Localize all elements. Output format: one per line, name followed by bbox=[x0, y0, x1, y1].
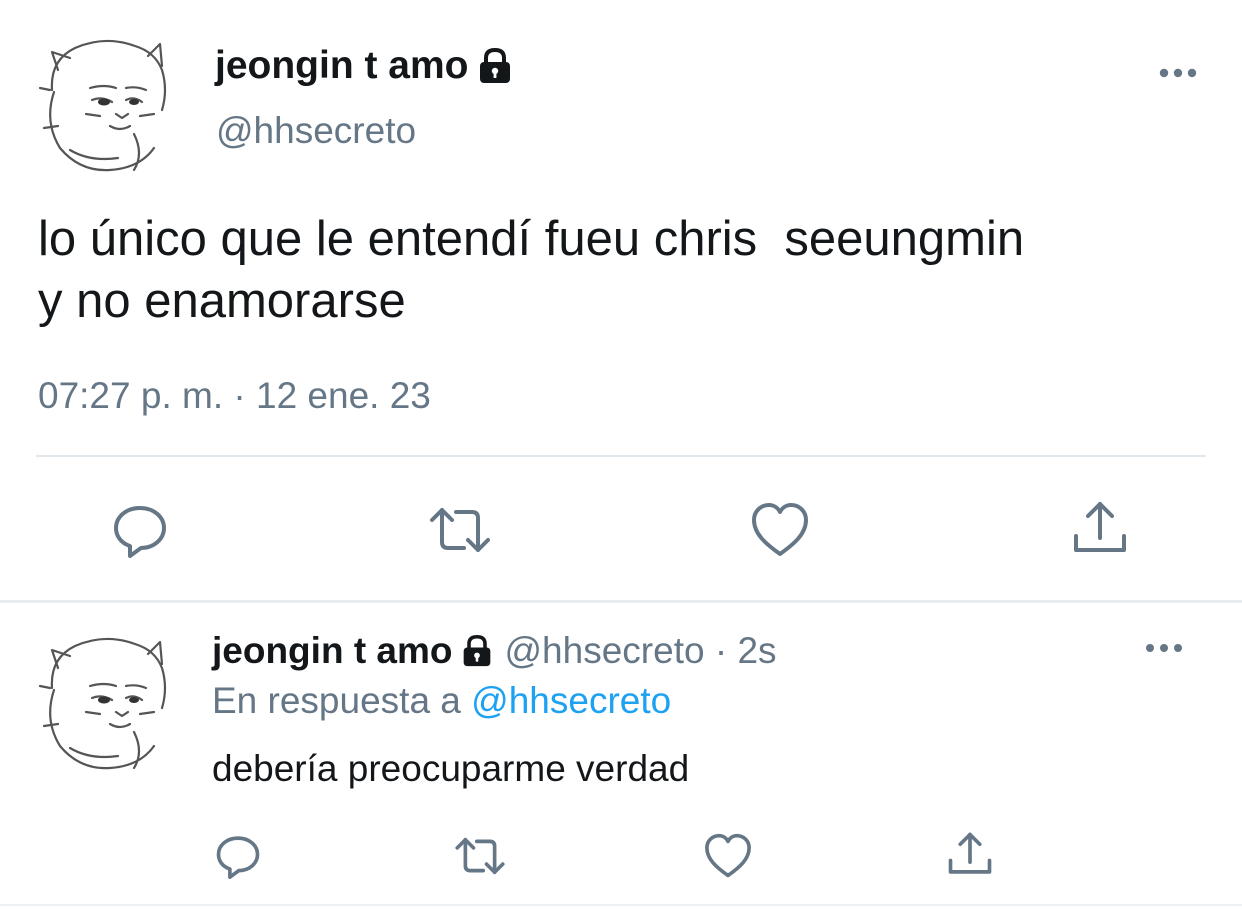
display-name: jeongin t amo bbox=[212, 630, 453, 671]
author-handle: @hhsecreto bbox=[504, 630, 705, 671]
retweet-icon[interactable] bbox=[428, 498, 492, 562]
divider bbox=[0, 904, 1242, 906]
avatar[interactable] bbox=[30, 30, 180, 180]
heart-icon[interactable] bbox=[702, 830, 754, 882]
cartoon-cat-avatar-image bbox=[38, 637, 167, 770]
separator: · bbox=[704, 630, 738, 671]
tweet-timestamp[interactable]: 07:27 p. m. · 12 ene. 23 bbox=[38, 370, 431, 422]
author-name[interactable]: jeongin t amo bbox=[215, 40, 513, 92]
share-icon[interactable] bbox=[944, 828, 996, 880]
retweet-icon[interactable] bbox=[454, 830, 506, 882]
lock-icon bbox=[477, 47, 513, 85]
more-horizontal-icon[interactable] bbox=[1136, 634, 1192, 662]
reply-header[interactable]: jeongin t amo @hhsecreto · 2s bbox=[212, 626, 777, 676]
more-horizontal-icon[interactable] bbox=[1150, 58, 1206, 88]
tweet-age: 2s bbox=[737, 630, 777, 671]
section-divider bbox=[0, 600, 1242, 603]
heart-icon[interactable] bbox=[748, 498, 812, 562]
avatar[interactable] bbox=[30, 628, 180, 778]
cartoon-cat-avatar-image bbox=[38, 39, 167, 172]
lock-icon bbox=[461, 634, 493, 668]
tweet-text: debería preocuparme verdad bbox=[212, 748, 690, 789]
reply-icon[interactable] bbox=[108, 498, 172, 562]
reply-context-handle-link[interactable]: @hhsecreto bbox=[471, 680, 671, 721]
reply-context: En respuesta a @hhsecreto bbox=[212, 676, 671, 726]
tweet-text: lo único que le entendí fueu chris seeun… bbox=[38, 212, 1025, 328]
divider bbox=[36, 455, 1206, 457]
share-icon[interactable] bbox=[1068, 496, 1132, 560]
author-handle[interactable]: @hhsecreto bbox=[216, 108, 416, 154]
reply-context-prefix: En respuesta a bbox=[212, 680, 472, 721]
reply-icon[interactable] bbox=[212, 830, 264, 882]
display-name: jeongin t amo bbox=[215, 44, 469, 87]
